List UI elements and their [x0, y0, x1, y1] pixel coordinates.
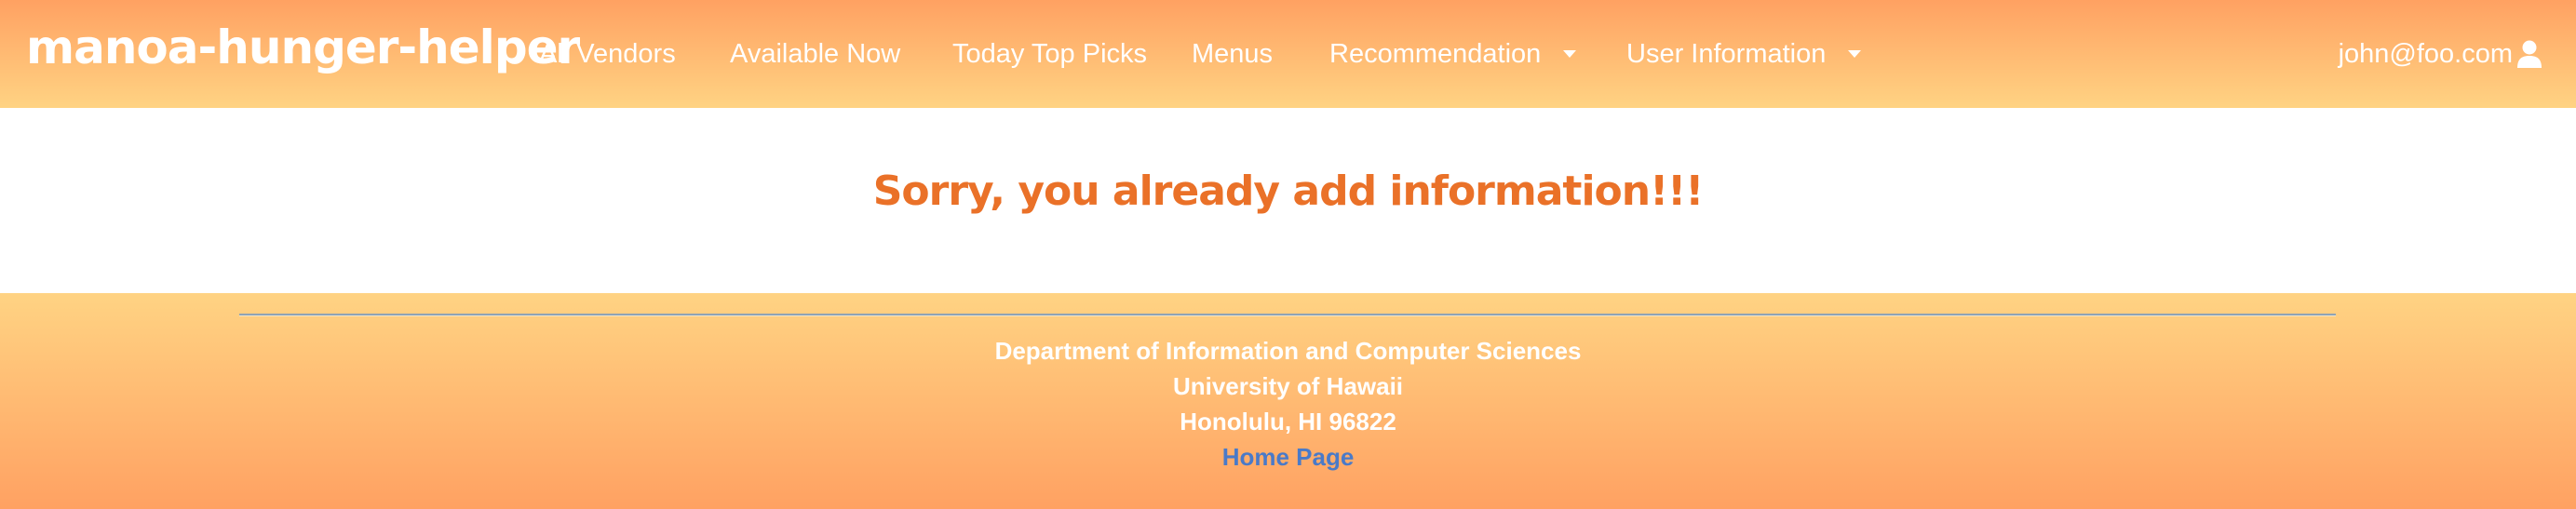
footer-divider — [239, 314, 2336, 316]
footer-address: Honolulu, HI 96822 — [1180, 408, 1396, 435]
user-email: john@foo.com — [2338, 39, 2513, 69]
navbar: manoa-hunger-helper All Vendors Availabl… — [0, 0, 2576, 108]
chevron-down-icon — [1848, 49, 1862, 58]
footer: Department of Information and Computer S… — [0, 293, 2576, 509]
footer-university: University of Hawaii — [1172, 372, 1404, 400]
footer-department: Department of Information and Computer S… — [994, 337, 1582, 365]
home-page-link[interactable]: Home Page — [1222, 443, 1355, 471]
nav-user-information-label: User Information — [1626, 39, 1827, 69]
nav-recommendation-dropdown[interactable]: Recommendation — [1329, 35, 1577, 73]
nav-menus[interactable]: Menus — [1192, 35, 1273, 73]
nav-available-now[interactable]: Available Now — [730, 35, 900, 73]
nav-recommendation-label: Recommendation — [1329, 39, 1542, 69]
nav-all-vendors[interactable]: All Vendors — [539, 35, 676, 73]
footer-address-block: Department of Information and Computer S… — [0, 333, 2576, 475]
main-content: Sorry, you already add information!!! — [0, 108, 2576, 293]
chevron-down-icon — [1563, 49, 1577, 58]
user-account-menu[interactable]: john@foo.com — [2339, 35, 2542, 73]
nav-user-information-dropdown[interactable]: User Information — [1626, 35, 1862, 73]
user-icon — [2516, 40, 2542, 68]
already-added-message: Sorry, you already add information!!! — [872, 167, 1705, 215]
brand-logo-link[interactable]: manoa-hunger-helper — [26, 20, 580, 74]
nav-today-top-picks[interactable]: Today Top Picks — [952, 35, 1147, 73]
